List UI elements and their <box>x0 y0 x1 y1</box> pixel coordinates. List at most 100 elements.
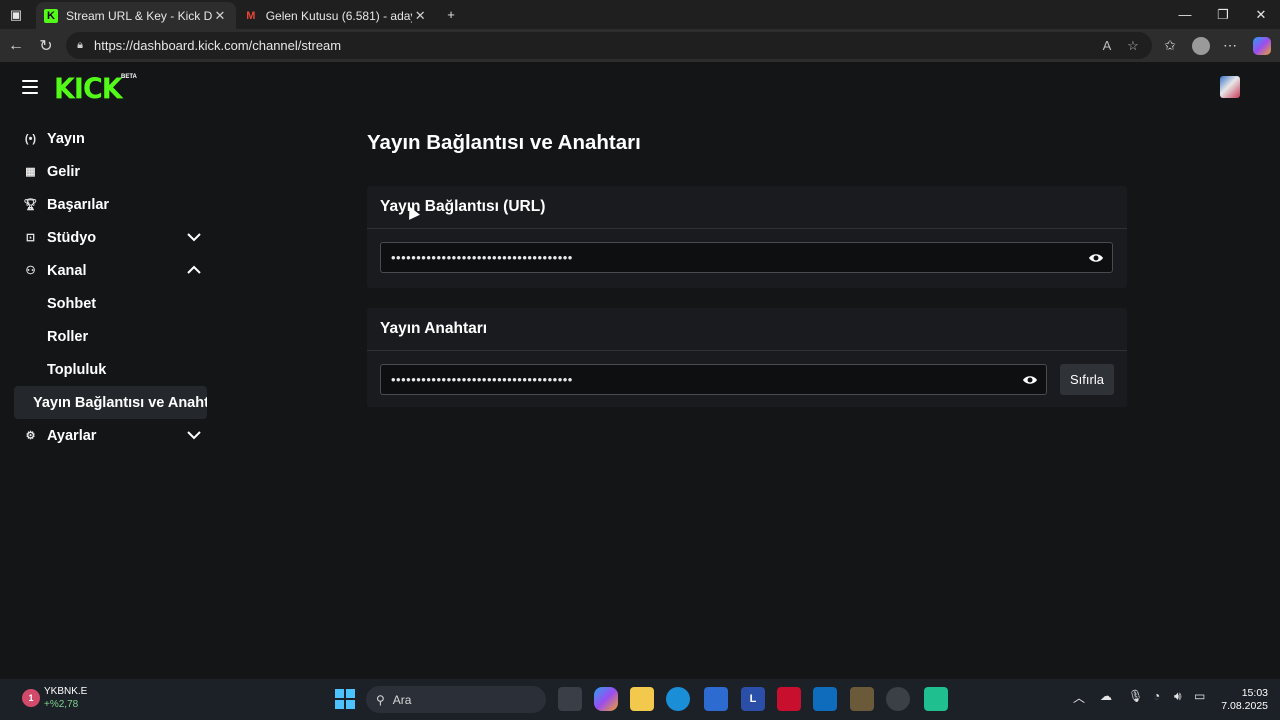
stream-key-heading: Yayın Anahtarı <box>367 308 1127 351</box>
menu-icon[interactable] <box>22 80 38 94</box>
onedrive-icon[interactable]: ☁ <box>1100 689 1112 703</box>
reset-key-button[interactable]: Sıfırla <box>1060 364 1114 395</box>
tab-actions-icon[interactable]: ▣ <box>0 0 32 29</box>
sidebar-item-label: Roller <box>47 328 89 345</box>
sidebar-item-label: Sohbet <box>47 295 97 312</box>
edge-icon[interactable] <box>666 687 690 711</box>
stream-url-heading: Yayın Bağlantısı (URL) <box>367 186 1127 229</box>
user-avatar[interactable] <box>1220 76 1240 98</box>
stock-change: +%2,78 <box>44 699 79 710</box>
sidebar-item-gelir[interactable]: ▦ Gelir <box>14 155 207 188</box>
more-options-icon[interactable]: ⋯ <box>1215 29 1245 62</box>
new-tab-icon[interactable]: + <box>432 0 470 29</box>
app-l-icon[interactable]: L <box>741 687 765 711</box>
studio-icon: ⊡ <box>25 232 36 244</box>
minimize-icon[interactable]: — <box>1166 0 1204 29</box>
windows-start-icon[interactable] <box>333 687 357 711</box>
battery-icon[interactable]: ▭ <box>1194 689 1205 703</box>
outlook-icon[interactable] <box>813 687 837 711</box>
chevron-down-icon[interactable] <box>187 428 201 442</box>
eye-icon[interactable] <box>1022 372 1038 388</box>
sidebar-item-basarilar[interactable]: 🏆︎ Başarılar <box>14 188 207 221</box>
profile-icon[interactable] <box>1186 29 1216 62</box>
date: 7.08.2025 <box>1221 700 1268 712</box>
close-tab-icon[interactable]: ✕ <box>212 8 228 24</box>
stock-widget[interactable]: 1 YKBNK.E +%2,78 <box>22 685 87 711</box>
mcafee-icon[interactable] <box>777 687 801 711</box>
read-aloud-icon[interactable]: A <box>1094 32 1120 59</box>
store-icon[interactable] <box>704 687 728 711</box>
trophy-icon: 🏆︎ <box>23 199 38 211</box>
users-icon: ⚇ <box>25 265 36 277</box>
tab-gmail[interactable]: M Gelen Kutusu (6.581) - adayusuf4 ✕ <box>236 2 436 29</box>
sidebar-item-label: Ayarlar <box>47 427 97 444</box>
sidebar-item-topluluk[interactable]: Topluluk <box>14 353 207 386</box>
page-title: Yayın Bağlantısı ve Anahtarı <box>367 131 641 154</box>
gmail-favicon-icon: M <box>246 9 256 22</box>
wifi-icon[interactable]: ◔ <box>1153 689 1160 703</box>
chevron-up-icon[interactable] <box>187 263 201 277</box>
sidebar-item-yayin[interactable]: (•) Yayın <box>14 122 207 155</box>
game-icon[interactable] <box>850 687 874 711</box>
microphone-icon[interactable]: 🎙︎ <box>1128 689 1143 703</box>
sidebar-item-sohbet[interactable]: Sohbet <box>14 287 207 320</box>
favorites-icon[interactable]: ✩ <box>1155 29 1185 62</box>
masked-value: •••••••••••••••••••••••••••••••••••• <box>391 250 573 265</box>
app-green-icon[interactable] <box>924 687 948 711</box>
browser-tab-bar: ▣ K Stream URL & Key - Kick Dashbo ✕ M G… <box>0 0 1280 29</box>
sidebar-item-label: Yayın Bağlantısı ve Anahtarı <box>33 394 207 411</box>
stream-key-card: Yayın Anahtarı •••••••••••••••••••••••••… <box>367 308 1127 407</box>
lock-icon: 🔒︎ <box>77 39 83 51</box>
close-tab-icon[interactable]: ✕ <box>412 8 428 24</box>
sidebar-item-stream-key[interactable]: Yayın Bağlantısı ve Anahtarı <box>14 386 207 419</box>
sidebar-item-ayarlar[interactable]: ⚙ Ayarlar <box>14 419 207 452</box>
sidebar-item-label: Gelir <box>47 163 81 180</box>
taskbar: 1 YKBNK.E +%2,78 ⚲ Ara L ︿ ☁ 🎙︎ ◔ 🔊︎ ▭ 1… <box>0 679 1280 720</box>
stock-name: YKBNK.E <box>44 686 88 697</box>
sidebar-item-roller[interactable]: Roller <box>14 320 207 353</box>
clock[interactable]: 15:03 7.08.2025 <box>1218 687 1268 713</box>
refresh-icon[interactable]: ↻ <box>32 29 60 62</box>
broadcast-icon: (•) <box>24 132 37 145</box>
time: 15:03 <box>1241 687 1268 699</box>
favorite-star-icon[interactable]: ☆ <box>1120 32 1146 59</box>
kick-favicon-icon: K <box>44 8 58 23</box>
app-settings-icon[interactable] <box>886 687 910 711</box>
sidebar-item-label: Topluluk <box>47 361 107 378</box>
masked-value: •••••••••••••••••••••••••••••••••••• <box>391 372 573 387</box>
search-icon: ⚲ <box>376 692 385 707</box>
close-window-icon[interactable]: ✕ <box>1242 0 1280 29</box>
gear-icon: ⚙ <box>25 430 36 442</box>
restore-icon[interactable]: ❐ <box>1204 0 1242 29</box>
dashboard-page: KICK BETA (•) Yayın ▦ Gelir 🏆︎ Başarılar… <box>0 62 1280 679</box>
back-icon[interactable]: ← <box>2 29 30 62</box>
tab-title: Gelen Kutusu (6.581) - adayusuf4 <box>265 8 413 23</box>
eye-icon[interactable] <box>1088 250 1104 266</box>
copilot-taskbar-icon[interactable] <box>594 687 618 711</box>
sidebar-item-label: Yayın <box>47 130 85 147</box>
search-placeholder: Ara <box>392 692 412 707</box>
kick-logo[interactable]: KICK <box>54 73 123 106</box>
sidebar: (•) Yayın ▦ Gelir 🏆︎ Başarılar ⊡ Stüdyo … <box>14 122 207 452</box>
tab-title: Stream URL & Key - Kick Dashbo <box>66 8 212 23</box>
url-text: https://dashboard.kick.com/channel/strea… <box>94 38 342 53</box>
sidebar-item-kanal[interactable]: ⚇ Kanal <box>14 254 207 287</box>
beta-badge: BETA <box>121 74 137 80</box>
volume-icon[interactable]: 🔊︎ <box>1174 689 1182 704</box>
copilot-icon[interactable] <box>1247 29 1277 62</box>
tray-chevron-icon[interactable]: ︿ <box>1073 689 1085 706</box>
chart-icon: ▦ <box>25 166 36 178</box>
sidebar-item-label: Başarılar <box>47 196 110 213</box>
notification-badge: 1 <box>22 689 40 707</box>
task-view-icon[interactable] <box>558 687 582 711</box>
url-field[interactable]: 🔒︎ https://dashboard.kick.com/channel/st… <box>66 32 1152 59</box>
sidebar-item-studyo[interactable]: ⊡ Stüdyo <box>14 221 207 254</box>
taskbar-search[interactable]: ⚲ Ara <box>366 686 546 713</box>
tab-kick-dashboard[interactable]: K Stream URL & Key - Kick Dashbo ✕ <box>36 2 236 29</box>
file-explorer-icon[interactable] <box>630 687 654 711</box>
chevron-down-icon[interactable] <box>187 230 201 244</box>
stream-url-field[interactable]: •••••••••••••••••••••••••••••••••••• <box>380 242 1113 273</box>
browser-address-bar: ← ↻ 🔒︎ https://dashboard.kick.com/channe… <box>0 29 1280 62</box>
stream-key-field[interactable]: •••••••••••••••••••••••••••••••••••• <box>380 364 1047 395</box>
sidebar-item-label: Stüdyo <box>47 229 97 246</box>
